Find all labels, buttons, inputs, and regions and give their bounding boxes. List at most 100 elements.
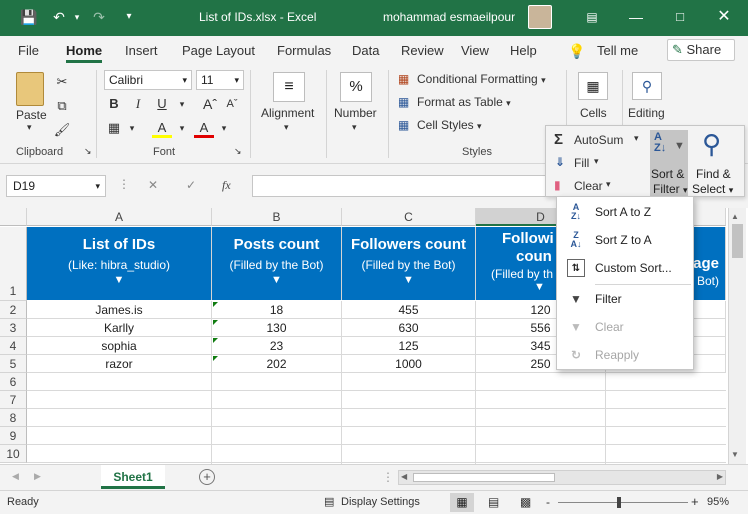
scroll-down-icon[interactable]: ▼	[731, 450, 739, 459]
error-indicator-icon[interactable]	[213, 320, 218, 325]
row-header-5[interactable]: 5	[0, 355, 27, 373]
percent-icon[interactable]: %	[340, 72, 372, 102]
format-painter-icon[interactable]: 🖌	[52, 120, 72, 140]
editing-button[interactable]: Editing	[628, 106, 665, 120]
page-break-view-icon[interactable]: ▩	[520, 495, 531, 509]
zoom-in-button[interactable]: +	[691, 494, 699, 509]
row-header-3[interactable]: 3	[0, 319, 27, 337]
fill-button[interactable]: Fill	[574, 156, 589, 170]
redo-icon[interactable]: ↷	[90, 8, 108, 26]
empty-cells[interactable]	[27, 373, 726, 464]
table-cell[interactable]: 455	[342, 301, 476, 319]
menu-item-filter[interactable]: ▼ Filter	[557, 286, 693, 312]
scroll-left-icon[interactable]: ◀	[401, 472, 407, 481]
customize-qat-icon[interactable]: ▾	[120, 8, 138, 26]
table-cell[interactable]: 23	[212, 337, 342, 355]
scroll-right-icon[interactable]: ▶	[717, 472, 723, 481]
fill-dropdown-icon[interactable]: ▾	[172, 118, 192, 138]
horizontal-scroll-thumb[interactable]	[413, 473, 555, 482]
tab-page-layout[interactable]: Page Layout	[182, 43, 255, 58]
error-indicator-icon[interactable]	[213, 338, 218, 343]
sort-filter-button[interactable]: A Z↓ ▼ Sort & Filter ▾	[650, 130, 688, 196]
tab-review[interactable]: Review	[401, 43, 444, 58]
find-select-button[interactable]: ⚲ Find & Select ▾	[692, 130, 740, 196]
undo-icon[interactable]: ↶	[50, 8, 68, 26]
row-header-2[interactable]: 2	[0, 301, 27, 319]
menu-item-custom-sort[interactable]: ⇅ Custom Sort...	[557, 255, 693, 281]
column-header-c[interactable]: C	[342, 208, 476, 226]
table-cell[interactable]: 125	[342, 337, 476, 355]
scroll-up-icon[interactable]: ▲	[731, 212, 739, 221]
filter-dropdown-icon[interactable]: ▼	[342, 274, 475, 286]
number-button[interactable]: Number	[334, 106, 377, 120]
zoom-out-button[interactable]: -	[546, 495, 550, 509]
clear-button[interactable]: Clear	[574, 179, 603, 193]
vertical-scrollbar[interactable]: ▲ ▼	[728, 208, 746, 464]
menu-item-reapply[interactable]: ↻ Reapply	[557, 342, 693, 368]
save-icon[interactable]: 💾	[20, 8, 38, 26]
autosum-button[interactable]: AutoSum	[574, 133, 623, 147]
cell-styles-button[interactable]: Cell Styles ▾	[417, 118, 482, 132]
tab-home[interactable]: Home	[66, 43, 103, 63]
underline-dropdown-icon[interactable]: ▾	[172, 94, 192, 114]
search-icon[interactable]: ⚲	[632, 72, 662, 100]
column-header-b[interactable]: B	[212, 208, 342, 226]
lightbulb-icon[interactable]: 💡	[568, 43, 585, 60]
scroll-sheets-right-icon[interactable]: ▶	[34, 471, 41, 482]
alignment-icon[interactable]: ≡	[273, 72, 305, 102]
cancel-icon[interactable]: ✕	[148, 178, 158, 192]
table-cell[interactable]: James.is	[27, 301, 212, 319]
font-launcher-icon[interactable]: ↘	[234, 146, 242, 157]
font-name-select[interactable]: Calibri ▾	[104, 70, 192, 90]
cut-icon[interactable]: ✂	[52, 72, 72, 92]
row-header-10[interactable]: 10	[0, 445, 27, 463]
table-cell[interactable]: 130	[212, 319, 342, 337]
formula-input[interactable]	[252, 175, 546, 197]
vertical-scroll-thumb[interactable]	[732, 224, 743, 258]
format-as-table-button[interactable]: Format as Table ▾	[417, 95, 511, 109]
paste-icon[interactable]	[16, 72, 44, 106]
conditional-formatting-button[interactable]: Conditional Formatting ▾	[417, 72, 546, 86]
avatar[interactable]	[528, 5, 552, 29]
copy-icon[interactable]: ⧉	[52, 96, 72, 116]
autosum-dropdown-icon[interactable]: ▾	[634, 133, 639, 144]
borders-dropdown-icon[interactable]: ▾	[122, 118, 142, 138]
horizontal-scrollbar[interactable]: ◀ ▶	[398, 470, 726, 485]
column-header-a[interactable]: A	[27, 208, 212, 226]
zoom-level[interactable]: 95%	[707, 496, 729, 508]
sheet-tab-sheet1[interactable]: Sheet1	[101, 465, 165, 489]
clipboard-launcher-icon[interactable]: ↘	[84, 146, 92, 157]
fill-color-button[interactable]: A	[152, 118, 172, 138]
header-cell-posts-count[interactable]: Posts count (Filled by the Bot) ▼	[212, 227, 342, 300]
paste-dropdown-icon[interactable]: ▾	[27, 122, 32, 133]
page-layout-view-icon[interactable]: ▤	[488, 495, 499, 509]
table-cell[interactable]: 1000	[342, 355, 476, 373]
minimize-icon[interactable]: —	[624, 6, 648, 28]
row-header-4[interactable]: 4	[0, 337, 27, 355]
filter-dropdown-icon[interactable]: ▼	[212, 274, 341, 286]
filter-dropdown-icon[interactable]: ▼	[27, 274, 211, 286]
alignment-button[interactable]: Alignment	[261, 106, 314, 120]
close-icon[interactable]: ✕	[712, 6, 736, 28]
bold-button[interactable]: B	[104, 94, 124, 114]
italic-button[interactable]: I	[128, 94, 148, 114]
tab-insert[interactable]: Insert	[125, 43, 158, 58]
table-cell[interactable]: Karlly	[27, 319, 212, 337]
borders-icon[interactable]: ▦	[104, 118, 124, 138]
zoom-slider-thumb[interactable]	[617, 497, 621, 508]
ribbon-display-options-icon[interactable]: ▤	[580, 6, 604, 28]
tab-help[interactable]: Help	[510, 43, 537, 58]
table-cell[interactable]: 18	[212, 301, 342, 319]
alignment-dropdown-icon[interactable]: ▾	[284, 122, 289, 133]
decrease-font-icon[interactable]: Aˇ	[222, 94, 242, 114]
paste-button[interactable]: Paste	[16, 108, 47, 122]
user-name[interactable]: mohammad esmaeilpour	[383, 10, 515, 24]
row-header-8[interactable]: 8	[0, 409, 27, 427]
select-all-corner[interactable]	[0, 208, 27, 226]
share-button[interactable]: ✎ Share	[667, 39, 735, 61]
row-header-6[interactable]: 6	[0, 373, 27, 391]
header-cell-list-of-ids[interactable]: List of IDs (Like: hibra_studio) ▼	[27, 227, 212, 300]
menu-item-sort-a-to-z[interactable]: A Z↓ Sort A to Z	[557, 199, 693, 225]
scroll-sheets-left-icon[interactable]: ◀	[12, 471, 19, 482]
error-indicator-icon[interactable]	[213, 302, 218, 307]
